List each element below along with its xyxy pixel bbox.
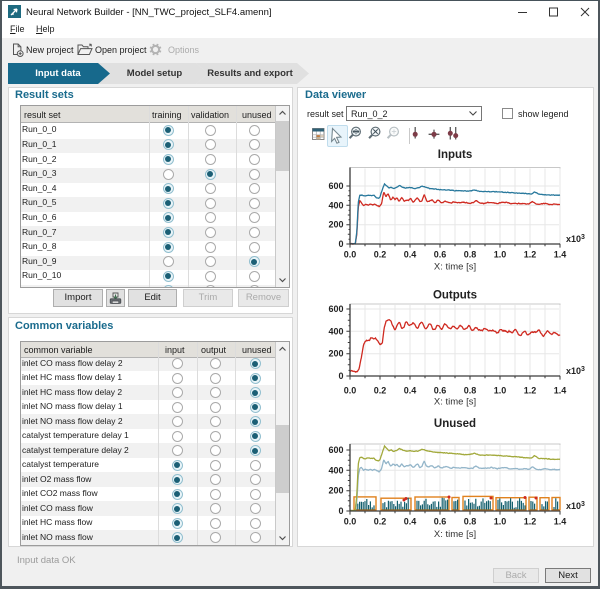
svg-text:0.0: 0.0	[344, 250, 357, 260]
svg-text:1.0: 1.0	[494, 517, 507, 527]
svg-text:0.2: 0.2	[374, 250, 387, 260]
svg-text:x103: x103	[566, 501, 585, 511]
svg-text:0.0: 0.0	[344, 386, 357, 396]
svg-text:600: 600	[328, 304, 343, 314]
svg-text:0.8: 0.8	[464, 517, 477, 527]
svg-text:x103: x103	[566, 234, 585, 244]
svg-text:0.8: 0.8	[464, 386, 477, 396]
svg-text:1.4: 1.4	[554, 517, 567, 527]
svg-text:600: 600	[328, 181, 343, 191]
svg-text:X: time [s]: X: time [s]	[434, 262, 476, 273]
svg-text:0.2: 0.2	[374, 517, 387, 527]
svg-text:0.4: 0.4	[404, 250, 417, 260]
svg-text:600: 600	[328, 445, 343, 455]
svg-text:200: 200	[328, 486, 343, 496]
svg-text:0.2: 0.2	[374, 386, 387, 396]
svg-text:200: 200	[328, 220, 343, 230]
svg-text:0.6: 0.6	[434, 386, 447, 396]
svg-text:0: 0	[338, 371, 343, 381]
svg-text:0.0: 0.0	[344, 517, 357, 527]
svg-text:x103: x103	[566, 366, 585, 376]
svg-text:0.6: 0.6	[434, 517, 447, 527]
svg-text:200: 200	[328, 349, 343, 359]
svg-text:0.6: 0.6	[434, 250, 447, 260]
svg-text:0.8: 0.8	[464, 250, 477, 260]
svg-text:Inputs: Inputs	[438, 149, 473, 161]
svg-text:1.2: 1.2	[524, 386, 537, 396]
svg-text:1.4: 1.4	[554, 250, 567, 260]
svg-text:Unused: Unused	[434, 418, 476, 430]
svg-text:1.0: 1.0	[494, 386, 507, 396]
svg-text:Outputs: Outputs	[433, 290, 477, 302]
svg-text:0.4: 0.4	[404, 386, 417, 396]
svg-text:0: 0	[338, 506, 343, 516]
svg-text:400: 400	[328, 465, 343, 475]
svg-text:400: 400	[328, 326, 343, 336]
svg-text:1.2: 1.2	[524, 250, 537, 260]
svg-text:400: 400	[328, 200, 343, 210]
svg-text:1.4: 1.4	[554, 386, 567, 396]
svg-text:1.0: 1.0	[494, 250, 507, 260]
svg-text:X: time [s]: X: time [s]	[434, 397, 476, 408]
svg-text:1.2: 1.2	[524, 517, 537, 527]
svg-text:X: time [s]: X: time [s]	[434, 529, 476, 540]
svg-text:0.4: 0.4	[404, 517, 417, 527]
svg-text:0: 0	[338, 239, 343, 249]
